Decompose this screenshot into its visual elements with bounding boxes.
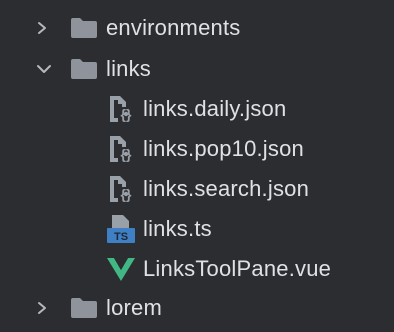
tree-item-linkstoolpane-vue[interactable]: LinksToolPane.vue bbox=[0, 249, 394, 289]
json-file-icon: {} bbox=[108, 175, 134, 203]
folder-icon bbox=[70, 58, 98, 80]
tree-item-label: environments bbox=[106, 15, 241, 40]
tree-item-label: links.pop10.json bbox=[143, 136, 304, 161]
tree-item-label: links.daily.json bbox=[143, 96, 287, 121]
json-file-icon: {} bbox=[108, 135, 134, 163]
folder-icon bbox=[70, 297, 98, 319]
tree-item-lorem[interactable]: lorem bbox=[0, 288, 394, 328]
tree-item-links[interactable]: links bbox=[0, 49, 394, 89]
json-file-icon: {} bbox=[108, 95, 134, 123]
project-tree: environments links {} links.daily.json {… bbox=[0, 0, 394, 332]
tree-item-label: LinksToolPane.vue bbox=[143, 256, 332, 281]
typescript-file-icon: TS bbox=[106, 214, 136, 244]
tree-item-links-search-json[interactable]: {} links.search.json bbox=[0, 169, 394, 209]
chevron-down-icon[interactable] bbox=[34, 59, 54, 79]
tree-item-label: links bbox=[106, 56, 152, 81]
vue-file-icon bbox=[106, 256, 136, 282]
tree-item-environments[interactable]: environments bbox=[0, 8, 394, 48]
tree-item-links-pop10-json[interactable]: {} links.pop10.json bbox=[0, 129, 394, 169]
tree-item-label: links.ts bbox=[143, 216, 212, 241]
tree-item-links-daily-json[interactable]: {} links.daily.json bbox=[0, 89, 394, 129]
chevron-right-icon[interactable] bbox=[32, 298, 52, 318]
tree-item-label: lorem bbox=[106, 295, 163, 320]
ts-badge-text: TS bbox=[114, 231, 128, 243]
chevron-right-icon[interactable] bbox=[32, 18, 52, 38]
tree-item-label: links.search.json bbox=[143, 176, 310, 201]
tree-item-links-ts[interactable]: TS links.ts bbox=[0, 209, 394, 249]
folder-icon bbox=[70, 17, 98, 39]
